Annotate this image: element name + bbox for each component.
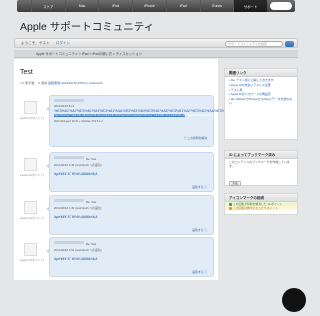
avatar[interactable] [24,101,37,114]
reply-post: Level 1 (0 ポイント) Re: Test 2012/02/16 1:4… [20,195,214,235]
bubble-pointer [46,206,50,212]
user-level: Level 1 (0 ポイント) [20,217,44,220]
nav-item-support[interactable]: サポート [233,0,268,12]
bubble-pointer [46,106,50,112]
bookmark-panel: ID によってブックマーク済み このコンテンツのブックマークを作成しています。 … [224,150,298,186]
device-info: iPad (3rd gen) Wi-Fi + Cellular, iOS 6.1… [54,120,103,123]
icon-legend-panel: アイコンマークの説明 この回答が質問を解決した 10 ポイント この回答は参考に… [224,193,298,215]
post-bubble: Re: Test 2012/02/16 1:49 (macintosh への返信… [46,152,214,192]
icon-legend-title: アイコンマークの説明 [225,194,297,202]
post-date: 2012/02/16 1:49 (macintosh への返信) [54,206,102,210]
post-bubble: Re: Test 2012/02/16 1:49 (macintosh への返信… [46,195,214,235]
post-date: 2012/02/16 1:49 (macintosh への返信) [54,163,102,167]
user-level: Level 1 (0 ポイント) [20,117,44,120]
reply-button[interactable]: 返答する ⓘ [192,228,207,232]
login-link[interactable]: ログイン [56,41,70,46]
bookmark-button[interactable]: 作成 [229,180,241,186]
bookmark-title: ID によってブックマーク済み [225,151,297,159]
related-link[interactable]: • Re: AirDropでiPhoneからMacにデータを送れない [229,97,293,106]
post-title: Re: Test [86,157,97,161]
breadcrumb[interactable]: Apple サポートコミュニティ > iPad > iPadの使い方 > ディス… [14,50,298,58]
avatar[interactable] [24,201,37,214]
post-text-line: âµè¥ã¥¨ã¯ã½ã¼ãããã¤ã¡ã [54,257,98,261]
post-text-line: %E3%81%A7%E3%81%84%E3%81%AA%E3%81%84%E3%… [54,113,220,117]
page-title: Apple サポートコミュニティ [20,21,155,33]
reply-button[interactable]: 返答する ⓘ [192,185,207,189]
post-author-redacted [54,199,84,202]
user-level: Level 1 (0 ポイント) [20,174,44,177]
post-text-line: âµè¥ã¥¨ã¯ã½ã¼ãããã¤ã¡ã [54,172,98,176]
related-links-panel: 関連リンク • Re: テスト用に公開しておきます • Apple IDの支払い… [224,68,298,140]
thread-last-updated[interactable]: 最終更新 2012/02/16 8:08 by macintosh [48,81,103,85]
bookmark-text: このコンテンツのブックマークを作成しています。 [229,160,290,168]
post-original: Level 1 (0 ポイント) 2012/02/16 8:11 %E3%81%… [20,95,282,149]
thread-meta: 7,0 表示数 0 返信 最終更新 2012/02/16 8:08 by mac… [20,80,103,85]
post-text-line: âµè¥ã¥¨ã¯ã½ã¼ãããã¤ã¡ã [54,215,98,219]
post-bubble: Re: Test 2012/02/16 1:51 (macintosh への返信… [46,237,214,277]
reply-button[interactable]: 返答する ⓘ [192,270,207,274]
post-author-redacted [54,241,84,244]
bubble-pointer [46,248,50,254]
thread-panel: Test 7,0 表示数 0 返信 最終更新 2012/02/16 8:08 b… [14,59,282,280]
reply-post: Level 1 (0 ポイント) Re: Test 2012/02/16 1:5… [20,237,214,277]
related-links-title: 関連リンク [225,69,297,77]
post-title: Re: Test [86,242,97,246]
post-title: Re: Test [86,200,97,204]
thread-title: Test [20,69,33,76]
avatar[interactable] [24,158,37,171]
post-action[interactable]: ◎ この質問を解決 [184,136,207,140]
reply-post: Level 1 (0 ポイント) Re: Test 2012/02/16 1:4… [20,152,214,192]
nav-item-itunes[interactable]: iTunes [199,0,234,12]
nav-item-store[interactable]: ストア [31,0,65,12]
search-button[interactable] [285,40,294,47]
apple-logo-badge-icon [282,288,306,312]
post-date: 2012/02/16 1:51 (macintosh への返信) [54,248,102,252]
apple-logo-icon[interactable] [17,0,31,12]
nav-item-mac[interactable]: Mac [64,0,99,12]
nav-item-ipad[interactable]: iPad [165,0,200,12]
post-bubble: 2012/02/16 8:11 %E3%81%A7%E3%81%84%E3%81… [46,95,282,147]
avatar[interactable] [24,243,37,256]
post-author-redacted [54,99,84,102]
helpful-answer-icon [229,206,232,210]
bubble-pointer [46,163,50,169]
global-search-field[interactable] [270,2,293,10]
user-bar: ようこそ、ゲスト ログイン サポートコミュニティを検索 [14,38,298,48]
nav-item-iphone[interactable]: iPhone [132,0,166,12]
legend-helpful: この回答は参考になった 5 ポイント [225,206,297,210]
nav-item-ipod[interactable]: iPod [98,0,132,12]
global-nav: ストア Mac iPod iPhone iPad iTunes サポート [17,0,295,12]
community-search-input[interactable]: サポートコミュニティを検索 [225,40,283,47]
user-level: Level 1 (0 ポイント) [20,259,44,262]
post-date: 2012/02/16 8:11 [54,104,75,108]
welcome-text: ようこそ、ゲスト [21,40,50,45]
related-links-list: • Re: テスト用に公開しておきます • Apple IDの支払いアドレス変更… [225,77,297,109]
post-author-redacted [54,156,84,159]
thread-stats: 7,0 表示数 0 返信 [20,81,48,85]
